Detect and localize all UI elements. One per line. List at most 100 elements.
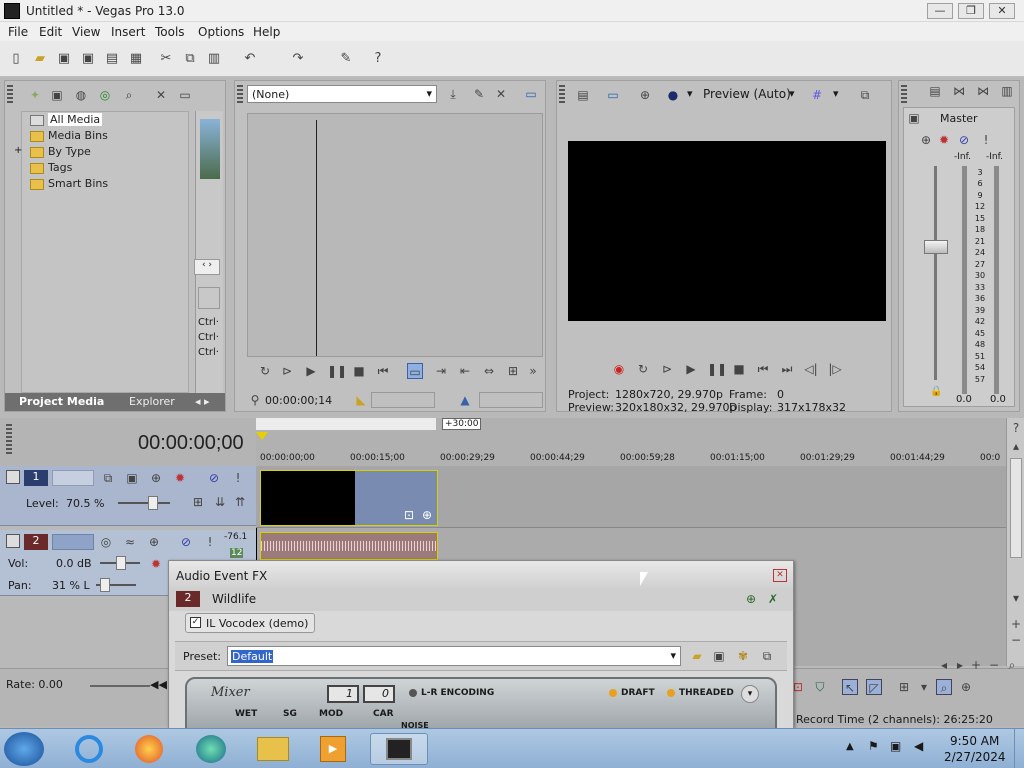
minimize-button[interactable]: — bbox=[927, 3, 953, 19]
rate-arrows-icon[interactable]: ◀◀ bbox=[150, 678, 167, 691]
remove-icon[interactable]: ✕ bbox=[153, 87, 169, 103]
menu-insert[interactable]: Insert bbox=[111, 25, 145, 39]
taskbar-explorer[interactable] bbox=[246, 733, 300, 765]
close-button[interactable]: ✕ bbox=[989, 3, 1015, 19]
timeline-vscroll[interactable]: ? ▴ ▾ + − bbox=[1006, 418, 1024, 666]
pane-scroll-icon[interactable]: ‹ › bbox=[194, 259, 220, 275]
trim-icon[interactable]: ✎ bbox=[471, 86, 487, 102]
pan-slider[interactable] bbox=[100, 578, 110, 592]
delete-preset-icon[interactable]: ✾ bbox=[735, 648, 751, 664]
properties-icon[interactable]: ▤ bbox=[575, 87, 591, 103]
plugin-chain-icon[interactable]: ⊕ bbox=[743, 591, 759, 607]
lr-led[interactable] bbox=[409, 689, 417, 697]
scroll-up-icon[interactable]: ▴ bbox=[1008, 438, 1024, 454]
digit-display-2[interactable]: 0 bbox=[363, 685, 395, 703]
edit-tool-icon[interactable]: ↖ bbox=[842, 679, 858, 695]
tree-tags[interactable]: Tags bbox=[48, 161, 72, 174]
refresh-icon[interactable]: ◎ bbox=[97, 87, 113, 103]
zoom-in-h-icon[interactable]: + bbox=[968, 657, 984, 673]
render-icon[interactable]: ▦ bbox=[128, 51, 144, 67]
taskbar-ie[interactable] bbox=[62, 733, 116, 765]
stop-icon[interactable]: ■ bbox=[351, 363, 367, 379]
play-from-start-icon[interactable]: ⊳ bbox=[659, 361, 675, 377]
overwrite-icon[interactable]: ⇥ bbox=[433, 363, 449, 379]
remove-plugin-icon[interactable]: ✗ bbox=[765, 591, 781, 607]
collapse-icon[interactable]: ⇈ bbox=[232, 494, 248, 510]
tree-all-media[interactable]: All Media bbox=[48, 113, 103, 126]
question-icon[interactable]: ? bbox=[1008, 420, 1024, 436]
vol-slider[interactable] bbox=[116, 556, 126, 570]
menu-view[interactable]: View bbox=[72, 25, 100, 39]
selection-tool-icon[interactable]: ⊞ bbox=[896, 679, 912, 695]
add-to-timeline-icon[interactable]: ⤓ bbox=[445, 86, 461, 102]
invert-phase-icon[interactable]: ≈ bbox=[122, 534, 138, 550]
tab-project-media[interactable]: Project Media bbox=[19, 395, 104, 408]
taskbar-edge[interactable] bbox=[184, 733, 238, 765]
downmix-icon[interactable]: ⋈ bbox=[951, 83, 967, 99]
properties-icon[interactable]: ▤ bbox=[104, 51, 120, 67]
tray-expand-icon[interactable]: ▲ bbox=[846, 741, 854, 752]
monitor-icon[interactable]: ▭ bbox=[523, 86, 539, 102]
envelope-tool-icon[interactable]: ◸ bbox=[866, 679, 882, 695]
track-motion-icon[interactable]: ⊕ bbox=[148, 470, 164, 486]
expand-toggle[interactable]: + bbox=[14, 145, 22, 156]
start-button[interactable] bbox=[4, 732, 44, 766]
chevron-down-icon[interactable]: ▾ bbox=[789, 87, 795, 100]
menu-help[interactable]: Help bbox=[253, 25, 280, 39]
compositing-icon[interactable]: ⧉ bbox=[100, 470, 116, 486]
track-name-field[interactable] bbox=[52, 470, 94, 486]
paste-icon[interactable]: ▥ bbox=[206, 51, 222, 67]
loop-icon[interactable]: ↻ bbox=[635, 361, 651, 377]
menu-file[interactable]: File bbox=[8, 25, 28, 39]
external-monitor-icon[interactable]: ▭ bbox=[605, 87, 621, 103]
panel-grip[interactable] bbox=[6, 424, 12, 454]
save-icon[interactable]: ▣ bbox=[56, 51, 72, 67]
clock-time[interactable]: 9:50 AM bbox=[950, 734, 999, 748]
snapshot-icon[interactable] bbox=[198, 287, 220, 309]
zoom-out-icon[interactable]: − bbox=[1008, 632, 1024, 648]
auto-ripple-icon[interactable]: ✎ bbox=[338, 51, 354, 67]
loop-icon[interactable]: ↻ bbox=[257, 363, 273, 379]
solo-icon[interactable]: ! bbox=[202, 534, 218, 550]
level-slider[interactable] bbox=[148, 496, 158, 510]
tab-scroll-icon[interactable]: ◂ ▸ bbox=[195, 395, 210, 408]
open-folder-icon[interactable]: ▰ bbox=[689, 648, 705, 664]
new-file-icon[interactable]: ▯ bbox=[8, 51, 24, 67]
flag-icon[interactable]: ⚑ bbox=[868, 739, 879, 753]
maximize-button[interactable]: ❐ bbox=[958, 3, 984, 19]
solo-icon[interactable]: ! bbox=[230, 470, 246, 486]
save-preset-icon[interactable]: ▣ bbox=[711, 648, 727, 664]
tree-by-type[interactable]: By Type bbox=[48, 145, 91, 158]
open-folder-icon[interactable]: ▰ bbox=[32, 51, 48, 67]
motion-icon[interactable]: ▣ bbox=[124, 470, 140, 486]
fx-icon[interactable]: ⊞ bbox=[190, 494, 206, 510]
loop-region-bar[interactable] bbox=[256, 418, 436, 430]
selection-start-field[interactable] bbox=[371, 392, 435, 408]
plugin-chip[interactable]: ✓ IL Vocodex (demo) bbox=[185, 613, 315, 633]
lock-envelopes-icon[interactable]: ⊕ bbox=[958, 679, 974, 695]
dim-icon[interactable]: ⋈ bbox=[975, 83, 991, 99]
taskbar-vegas[interactable] bbox=[370, 733, 428, 765]
capture-icon[interactable]: ▣ bbox=[49, 87, 65, 103]
chevron-down-icon[interactable]: ▾ bbox=[916, 679, 932, 695]
overlays-icon[interactable]: # bbox=[809, 87, 825, 103]
clear-icon[interactable]: ✕ bbox=[493, 86, 509, 102]
tree-smart-bins[interactable]: Smart Bins bbox=[48, 177, 108, 190]
zoom-tool-icon[interactable]: ⌕ bbox=[936, 679, 952, 695]
trimmer-view[interactable] bbox=[247, 113, 543, 357]
fit-icon[interactable]: ⇤ bbox=[457, 363, 473, 379]
scroll-thumb[interactable] bbox=[1010, 458, 1022, 558]
media-thumbnail[interactable] bbox=[200, 119, 220, 179]
cut-icon[interactable]: ✂ bbox=[158, 51, 174, 67]
properties-icon[interactable]: ▭ bbox=[177, 87, 193, 103]
undo-icon[interactable]: ↶ bbox=[242, 51, 258, 67]
track-minimize-icon[interactable] bbox=[6, 534, 20, 548]
play-icon[interactable]: ▶ bbox=[683, 361, 699, 377]
zoom-in-icon[interactable]: + bbox=[1008, 616, 1024, 632]
panel-grip[interactable] bbox=[237, 85, 243, 105]
copy-icon[interactable]: ⧉ bbox=[182, 51, 198, 67]
redo-icon[interactable]: ↷ bbox=[290, 51, 306, 67]
track-name-field[interactable] bbox=[52, 534, 94, 550]
insert-icon[interactable]: ▭ bbox=[407, 363, 423, 379]
menu-tools[interactable]: Tools bbox=[155, 25, 185, 39]
